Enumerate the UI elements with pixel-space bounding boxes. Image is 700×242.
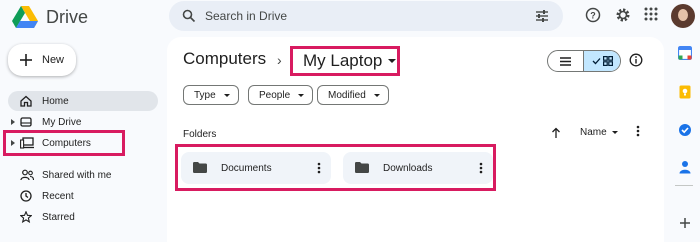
breadcrumb-current-folder[interactable]: My Laptop	[290, 46, 400, 76]
filter-chip-label: Modified	[328, 89, 366, 101]
sidebar-item-label: Recent	[42, 190, 74, 202]
dropdown-arrow-icon	[223, 93, 230, 97]
sidebar-item-recent[interactable]: Recent	[8, 186, 158, 206]
search-options-icon[interactable]	[535, 9, 549, 23]
help-icon[interactable]: ?	[585, 7, 601, 23]
plus-icon	[20, 54, 32, 66]
folders-section-title: Folders	[183, 129, 217, 140]
dropdown-arrow-icon	[611, 131, 618, 134]
shared-icon	[20, 169, 34, 181]
sidebar-item-label: Shared with me	[42, 169, 112, 181]
drive-icon	[20, 117, 32, 127]
grid-icon	[602, 56, 613, 66]
check-icon	[592, 58, 600, 65]
breadcrumb-chevron-icon: ›	[277, 52, 282, 68]
contacts-icon	[679, 161, 691, 174]
folders-highlight-box	[175, 144, 496, 191]
apps-grid-icon[interactable]	[644, 7, 658, 21]
drive-logo-icon	[12, 6, 38, 28]
expand-caret-icon[interactable]	[11, 119, 15, 125]
sidebar-item-my-drive[interactable]: My Drive	[8, 112, 158, 132]
tasks-app-icon[interactable]	[675, 120, 695, 140]
dropdown-arrow-icon	[373, 93, 380, 97]
breadcrumb-root[interactable]: Computers	[183, 49, 266, 69]
filter-chip-label: Type	[194, 89, 216, 101]
filter-type-chip[interactable]: Type	[183, 85, 239, 105]
search-input[interactable]	[205, 1, 505, 31]
filter-chip-label: People	[259, 89, 291, 101]
calendar-icon	[678, 46, 692, 60]
star-icon	[20, 211, 32, 223]
filter-people-chip[interactable]: People	[248, 85, 314, 105]
rail-divider	[675, 185, 693, 186]
account-avatar[interactable]	[671, 4, 695, 28]
tasks-icon	[679, 124, 691, 136]
main-panel: Computers › My Laptop Type People Modifi…	[167, 37, 664, 242]
dropdown-arrow-icon	[388, 59, 397, 63]
breadcrumb-current-label: My Laptop	[303, 51, 383, 70]
new-button[interactable]: New	[8, 44, 76, 76]
calendar-app-icon[interactable]	[675, 43, 695, 63]
filter-modified-chip[interactable]: Modified	[317, 85, 389, 105]
list-view-button[interactable]	[548, 51, 583, 71]
plus-icon	[680, 218, 690, 228]
sidebar-item-home[interactable]: Home	[8, 91, 158, 111]
settings-gear-icon[interactable]	[615, 7, 631, 23]
contacts-app-icon[interactable]	[675, 157, 695, 177]
dropdown-arrow-icon	[298, 93, 305, 97]
sidebar-item-label: Home	[42, 95, 69, 107]
sort-by-dropdown[interactable]: Name	[580, 127, 618, 138]
sidebar-item-shared-with-me[interactable]: Shared with me	[8, 165, 158, 185]
drive-logo[interactable]: Drive	[12, 4, 88, 30]
keep-app-icon[interactable]	[675, 82, 695, 102]
view-toggle	[547, 50, 621, 72]
svg-text:?: ?	[590, 11, 596, 21]
list-icon	[560, 56, 571, 66]
computers-highlight-box	[3, 130, 125, 156]
search-icon[interactable]	[182, 9, 196, 23]
keep-icon	[679, 85, 691, 99]
info-icon[interactable]	[629, 53, 643, 67]
clock-icon	[20, 190, 32, 202]
home-icon	[20, 95, 32, 107]
sidebar-item-label: Starred	[42, 211, 75, 223]
more-options-icon[interactable]	[636, 125, 640, 137]
new-button-label: New	[42, 54, 65, 66]
grid-view-button[interactable]	[583, 51, 620, 71]
sidebar-item-label: My Drive	[42, 116, 82, 128]
app-title: Drive	[46, 6, 89, 27]
sort-direction-arrow-icon[interactable]	[551, 127, 561, 139]
get-add-ons-button[interactable]	[675, 213, 695, 233]
sidebar-item-starred[interactable]: Starred	[8, 207, 158, 227]
search-bar[interactable]	[169, 1, 563, 31]
sort-by-label: Name	[580, 127, 607, 138]
